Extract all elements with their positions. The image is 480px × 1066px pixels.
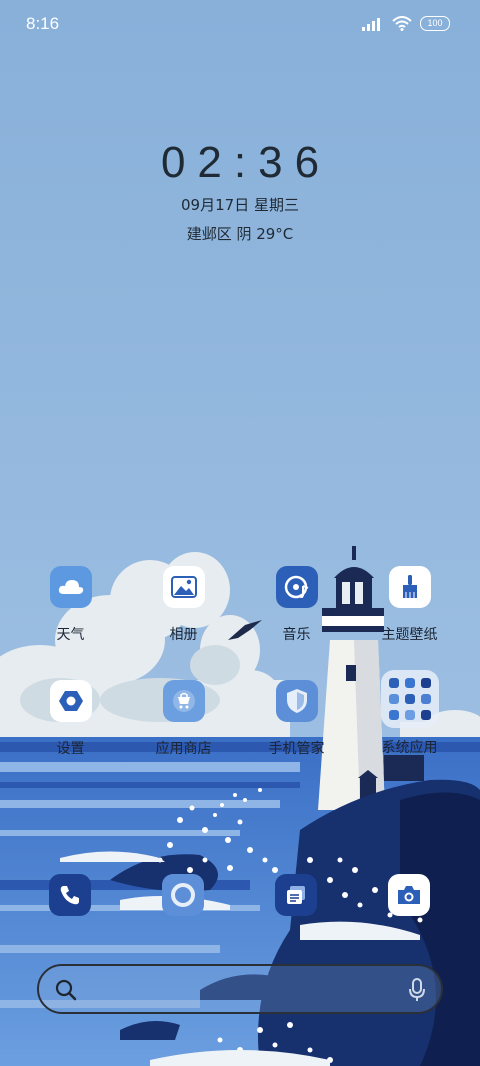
- shopping-bag-icon: [162, 680, 205, 722]
- app-music[interactable]: 音乐: [240, 566, 353, 644]
- app-phone-manager[interactable]: 手机管家: [240, 680, 353, 758]
- microphone-icon[interactable]: [409, 978, 425, 1002]
- gallery-icon: [162, 566, 205, 608]
- search-icon[interactable]: [55, 979, 77, 1001]
- battery-icon: 100: [420, 16, 450, 31]
- app-store[interactable]: 应用商店: [127, 680, 240, 758]
- app-label: 音乐: [282, 627, 311, 643]
- hexagon-settings-icon: [49, 680, 92, 722]
- dock-app-messages[interactable]: [275, 874, 317, 916]
- app-themes[interactable]: 主题壁纸: [353, 566, 466, 644]
- browser-icon: [162, 874, 204, 916]
- app-label: 手机管家: [268, 741, 325, 757]
- wifi-icon: [392, 16, 412, 31]
- search-bar[interactable]: [37, 964, 443, 1014]
- dock-app-camera[interactable]: [388, 874, 430, 916]
- status-icons: 100: [362, 16, 450, 31]
- app-label: 主题壁纸: [381, 627, 438, 643]
- signal-icon: [362, 17, 380, 31]
- phone-icon: [49, 874, 91, 916]
- app-settings[interactable]: 设置: [14, 680, 127, 758]
- app-folder-icon: [380, 670, 439, 728]
- messages-icon: [275, 874, 317, 916]
- clock-time: 02:36: [160, 138, 332, 187]
- brush-icon: [388, 566, 431, 608]
- dock-app-phone[interactable]: [49, 874, 91, 916]
- app-label: 系统应用: [381, 740, 438, 756]
- app-label: 设置: [56, 741, 85, 757]
- camera-icon: [388, 874, 430, 916]
- music-icon: [275, 566, 318, 608]
- app-label: 天气: [56, 627, 85, 643]
- clock-weather: 建邺区 阴 29°C: [186, 225, 294, 243]
- status-bar: 8:16 100: [0, 0, 480, 50]
- app-weather[interactable]: 天气: [14, 566, 127, 644]
- clock-widget[interactable]: 02:36 09月17日 星期三 建邺区 阴 29°C: [0, 138, 480, 244]
- app-label: 相册: [169, 627, 198, 643]
- app-gallery[interactable]: 相册: [127, 566, 240, 644]
- cloud-icon: [49, 566, 92, 608]
- dock-app-browser[interactable]: [162, 874, 204, 916]
- app-folder-system[interactable]: 系统应用: [353, 670, 466, 757]
- app-label: 应用商店: [155, 741, 212, 757]
- shield-icon: [275, 680, 318, 722]
- clock-date: 09月17日 星期三: [181, 196, 299, 214]
- status-time: 8:16: [26, 14, 60, 33]
